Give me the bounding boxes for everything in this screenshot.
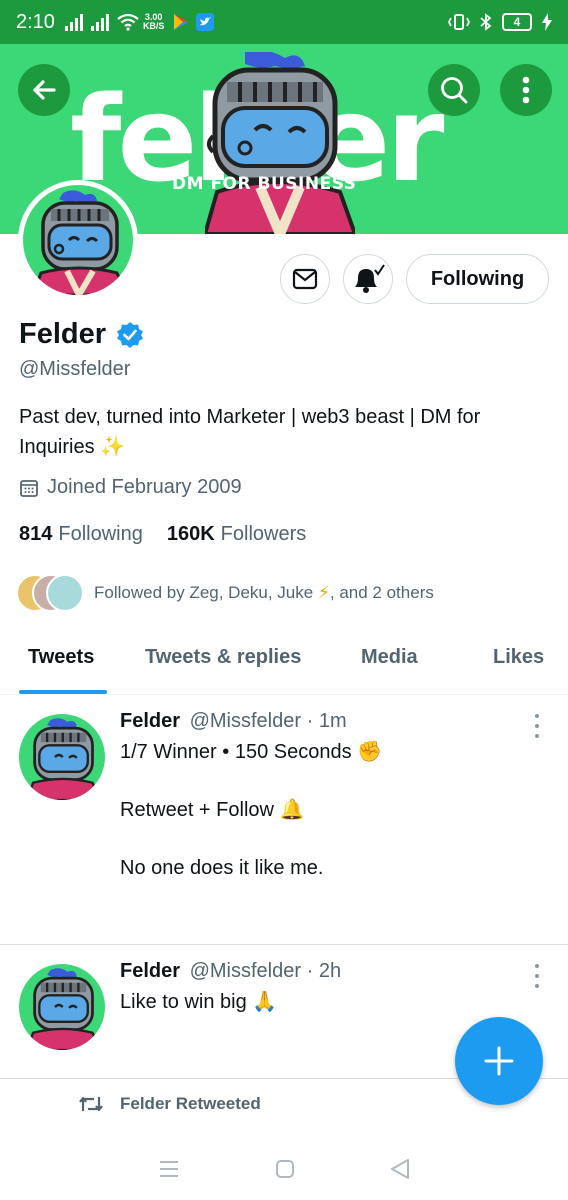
retweet-icon <box>79 1096 103 1112</box>
tweet-author-name[interactable]: Felder <box>120 960 180 982</box>
more-vertical-icon <box>522 76 530 104</box>
tweet-line-1: Like to win big <box>120 991 247 1013</box>
tweet-avatar-image <box>25 718 102 800</box>
joined-date: Joined February 2009 <box>19 476 242 499</box>
battery-icon: 4 <box>502 13 532 31</box>
compose-plus-icon <box>484 1046 514 1076</box>
profile-bio: Past dev, turned into Marketer | web3 be… <box>19 402 549 462</box>
following-button[interactable]: Following <box>406 254 549 304</box>
tab-likes[interactable]: Likes <box>493 646 544 669</box>
home-icon[interactable] <box>275 1159 295 1179</box>
tweet-avatar-image <box>25 968 102 1050</box>
tweet-more-button[interactable] <box>527 714 547 738</box>
tweet-author-handle: @Missfelder <box>189 710 302 732</box>
tweet-avatar[interactable] <box>19 964 105 1050</box>
message-button[interactable] <box>280 254 330 304</box>
tab-media[interactable]: Media <box>361 646 418 669</box>
recent-apps-icon[interactable] <box>158 1160 180 1178</box>
back-button[interactable] <box>18 64 70 116</box>
following-stat[interactable]: 814 Following <box>19 523 143 546</box>
vibrate-icon <box>448 14 470 30</box>
lightning-emoji: ⚡ <box>317 583 330 602</box>
twitter-app-icon <box>196 13 215 31</box>
status-bar: 2:10 3.00 KB/S 4 <box>0 0 568 44</box>
followed-by-text: Followed by Zeg, Deku, Juke ⚡, and 2 oth… <box>94 583 434 603</box>
tweet-separator: · <box>306 710 314 732</box>
tab-tweets-replies[interactable]: Tweets & replies <box>145 646 301 669</box>
tweet-header: Felder @Missfelder · 1m <box>120 710 347 733</box>
tweet-separator: · <box>306 960 314 982</box>
tweet-line: 1/7 Winner • 150 Seconds ✊ <box>120 738 382 767</box>
mail-icon <box>292 268 318 290</box>
status-right: 4 <box>448 13 552 31</box>
joined-text: Joined February 2009 <box>47 476 242 498</box>
bio-line-2: Inquiries <box>19 436 95 458</box>
search-icon <box>441 77 468 104</box>
banner-subtitle: DM FOR BUSINESS <box>172 174 357 194</box>
followers-stat[interactable]: 160K Followers <box>167 523 306 546</box>
tweet-line-3: No one does it like me. <box>120 857 324 879</box>
followers-count: 160K <box>166 523 215 545</box>
back-arrow-icon <box>33 80 56 100</box>
tweet-header: Felder @Missfelder · 2h <box>120 960 341 983</box>
bio-line-1: Past dev, turned into Marketer | web3 be… <box>19 406 481 428</box>
tweet-line: Retweet + Follow 🔔 <box>120 796 382 825</box>
mini-avatar-3 <box>46 574 84 612</box>
tweet-author-handle: @Missfelder <box>189 960 302 982</box>
followed-by[interactable]: Followed by Zeg, Deku, Juke ⚡, and 2 oth… <box>16 574 434 612</box>
following-label: Following <box>58 523 143 545</box>
compose-tweet-button[interactable] <box>455 1017 543 1105</box>
follow-stats: 814 Following 160K Followers <box>19 523 306 546</box>
notifications-button[interactable] <box>343 254 393 304</box>
play-store-icon <box>174 14 189 30</box>
display-name-row: Felder <box>19 318 144 351</box>
more-options-button[interactable] <box>500 64 552 116</box>
bell-emoji: 🔔 <box>279 799 305 821</box>
profile-tabs: Tweets Tweets & replies Media Likes <box>0 632 568 695</box>
nav-back-icon[interactable] <box>390 1158 410 1180</box>
display-name: Felder <box>19 318 107 350</box>
status-time: 2:10 <box>16 10 55 33</box>
net-speed: 3.00 KB/S <box>143 13 165 31</box>
active-tab-indicator <box>19 690 107 694</box>
net-speed-unit: KB/S <box>142 21 165 31</box>
tweet-author-name[interactable]: Felder <box>120 710 180 732</box>
profile-handle: @Missfelder <box>19 358 131 380</box>
banner-knight-illustration <box>205 52 355 234</box>
signal-icon <box>64 13 83 31</box>
tweet-line-1: 1/7 Winner • 150 Seconds <box>120 741 352 763</box>
retweet-indicator: Felder Retweeted <box>78 1094 261 1114</box>
sparkles-emoji: ✨ <box>100 436 126 458</box>
signal-icon-2 <box>90 13 109 31</box>
tweet-time: 1m <box>318 710 347 732</box>
tweet-time: 2h <box>318 960 342 982</box>
tweet-more-button[interactable] <box>527 964 547 988</box>
followers-label: Followers <box>220 523 307 545</box>
tab-tweets[interactable]: Tweets <box>28 646 94 669</box>
tweet-text: Like to win big 🙏 <box>120 988 277 1017</box>
profile-avatar[interactable] <box>18 180 138 300</box>
system-nav-bar <box>0 1138 568 1200</box>
followed-by-others: , and 2 others <box>329 583 434 602</box>
wifi-icon <box>117 13 139 31</box>
bluetooth-icon <box>480 13 492 31</box>
followed-by-names: Followed by Zeg, Deku, Juke <box>94 583 314 602</box>
following-count: 814 <box>19 523 53 545</box>
verified-icon <box>117 321 144 348</box>
retweet-label: Felder Retweeted <box>120 1094 261 1113</box>
tweet-avatar[interactable] <box>19 714 105 800</box>
calendar-icon <box>20 479 38 497</box>
tweet-line-2: Retweet + Follow <box>120 799 274 821</box>
tweet[interactable]: Felder @Missfelder · 1m 1/7 Winner • 150… <box>0 696 568 945</box>
tweet-text: 1/7 Winner • 150 Seconds ✊ Retweet + Fol… <box>120 738 382 883</box>
search-button[interactable] <box>428 64 480 116</box>
bell-icon <box>355 264 385 293</box>
fist-emoji: ✊ <box>357 741 383 763</box>
charging-icon <box>542 13 552 31</box>
avatar-knight-image <box>31 190 129 295</box>
followers-you-know-avatars <box>16 574 84 612</box>
pray-emoji: 🙏 <box>252 991 278 1013</box>
